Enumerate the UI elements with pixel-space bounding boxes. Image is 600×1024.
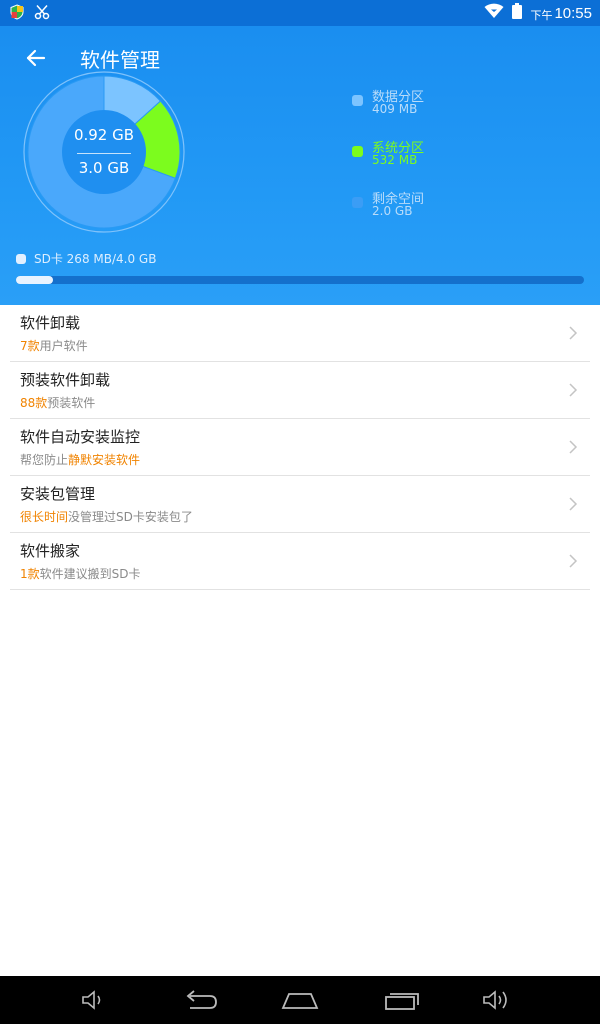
volume-up-button[interactable] (478, 984, 518, 1016)
menu-item-title: 安装包管理 (20, 485, 96, 503)
volume-down-button[interactable] (74, 984, 114, 1016)
subtitle-text: 预装软件 (47, 396, 96, 410)
menu-item-subtitle: 1款软件建议搬到SD卡 (20, 565, 141, 582)
recents-icon (385, 993, 419, 1010)
volume-down-icon (82, 990, 101, 1010)
navigation-bar (0, 976, 600, 1024)
used-storage: 0.92 GB (73, 126, 135, 144)
menu-item[interactable]: 安装包管理很长时间没管理过SD卡安装包了 (10, 476, 590, 533)
menu-item[interactable]: 预装软件卸载 88款预装软件 (10, 362, 590, 419)
menu-item-title: 预装软件卸载 (20, 371, 111, 389)
legend-dot-data (352, 95, 363, 106)
home-icon (281, 993, 319, 1009)
menu-item[interactable]: 软件搬家 1款软件建议搬到SD卡 (10, 533, 590, 590)
status-bar: 下午 10:55 (0, 0, 600, 26)
arrow-left-icon (26, 49, 46, 67)
storage-header: 软件管理 0.92 GB 3.0 GB 数据分区 409 MB 系统分区 532… (0, 26, 600, 305)
legend-value: 2.0 GB (372, 204, 413, 218)
sd-card-dot (16, 253, 26, 264)
menu-item-subtitle: 很长时间没管理过SD卡安装包了 (20, 508, 193, 525)
menu-item-title: 软件自动安装监控 (20, 428, 141, 446)
legend-value: 409 MB (372, 102, 418, 116)
shield-app-icon (10, 4, 24, 24)
home-button[interactable] (280, 984, 320, 1016)
wifi-icon (484, 3, 504, 23)
highlight-text: 很长时间 (20, 510, 69, 524)
chevron-right-icon (569, 440, 578, 454)
recents-button[interactable] (382, 984, 422, 1016)
software-menu-list: 软件卸载 7款用户软件 预装软件卸载 88款预装软件 软件自动安装监控 帮您防止静默安装软… (0, 305, 600, 590)
chevron-right-icon (569, 383, 578, 397)
menu-item-title: 软件卸载 (20, 314, 81, 332)
highlight-text: 静默安装软件 (68, 453, 141, 467)
subtitle-text: 用户软件 (39, 339, 88, 353)
page-title: 软件管理 (80, 48, 160, 72)
sd-card-usage-fill (16, 276, 53, 284)
legend-value: 532 MB (372, 153, 418, 167)
menu-item-subtitle: 88款预装软件 (20, 394, 95, 411)
volume-up-icon (483, 990, 507, 1010)
subtitle-text: 软件建议搬到SD卡 (39, 567, 141, 581)
chevron-right-icon (569, 554, 578, 568)
sd-card-info: SD卡 268 MB/4.0 GB (16, 250, 156, 267)
sd-card-usage-bar (16, 276, 584, 284)
total-storage: 3.0 GB (78, 159, 130, 177)
storage-donut-chart (23, 71, 185, 233)
back-nav-button[interactable] (180, 984, 220, 1016)
scissors-icon (34, 4, 50, 24)
chevron-right-icon (569, 497, 578, 511)
legend-dot-free (352, 197, 363, 208)
clock-prefix: 下午 (530, 9, 553, 22)
clock: 10:55 (554, 4, 592, 22)
menu-item-subtitle: 7款用户软件 (20, 337, 88, 354)
donut-divider (77, 153, 131, 154)
menu-item[interactable]: 软件自动安装监控 帮您防止静默安装软件 (10, 419, 590, 476)
subtitle-text: 帮您防止 (20, 453, 69, 467)
menu-item-subtitle: 帮您防止静默安装软件 (20, 451, 140, 468)
menu-item-title: 软件搬家 (20, 542, 81, 560)
legend-dot-system (352, 146, 363, 157)
highlight-text: 88款 (20, 396, 48, 410)
highlight-text: 7款 (20, 339, 40, 353)
subtitle-text: 没管理过SD卡安装包了 (68, 510, 193, 524)
battery-icon (512, 3, 523, 23)
chevron-right-icon (569, 326, 578, 340)
back-icon (186, 990, 217, 1009)
sd-card-label: SD卡 268 MB/4.0 GB (34, 252, 157, 266)
highlight-text: 1款 (20, 567, 40, 581)
menu-item[interactable]: 软件卸载 7款用户软件 (10, 305, 590, 362)
